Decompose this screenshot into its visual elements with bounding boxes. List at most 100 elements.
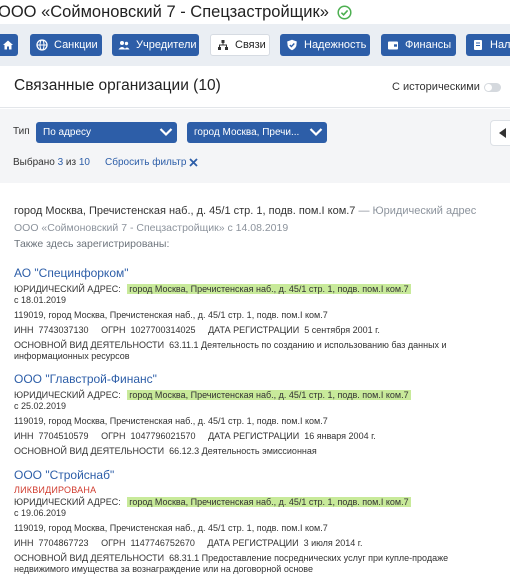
ogrn-value: 1027700314025 (130, 325, 196, 335)
activity-label: Основной вид деятельности (14, 446, 165, 456)
nav-taxes-label: Нало (490, 39, 510, 51)
since-date: с 25.02.2019 (14, 401, 67, 411)
legal-address-value: город Москва, Пречистенская наб., д. 45/… (127, 390, 411, 400)
globe-icon (36, 39, 48, 51)
inn-value: 7743037130 (38, 325, 89, 335)
type-select[interactable]: По адресу (36, 122, 177, 143)
requisites-row: ИНН 7704867723 ОГРН 1147746752670 Дата р… (14, 538, 504, 549)
nav-connections-tab[interactable]: Связи (210, 34, 270, 56)
company-title-row: ООО «Соймоновский 7 - Спецзастройщик» (0, 0, 510, 24)
nav-founders-label: Учредители (136, 39, 197, 51)
activity-value: 66.12.3 Деятельность эмиссионная (169, 446, 317, 456)
nav-sanctions-button[interactable]: Санкции (30, 34, 102, 56)
reg-date-label: Дата регистрации (207, 538, 299, 548)
nav-reliability-button[interactable]: Надежность (280, 34, 370, 56)
since-date: с 19.06.2019 (14, 508, 67, 518)
activity-label: Основной вид деятельности (14, 340, 165, 350)
registered-company: ООО «Соймоновский 7 - Спецзастройщик» с … (14, 222, 289, 234)
ogrn-label: ОГРН (101, 431, 126, 441)
reset-filter-link[interactable]: Сбросить фильтр (105, 157, 199, 168)
nav-sanctions-label: Санкции (54, 39, 98, 51)
home-icon (2, 39, 14, 51)
ogrn-value: 1147746752670 (130, 538, 195, 548)
nav-finance-button[interactable]: Финансы (381, 34, 456, 56)
ogrn-value: 1047796021570 (130, 431, 196, 441)
ogrn-label: ОГРН (101, 325, 126, 335)
ogrn-label: ОГРН (101, 538, 126, 548)
activity-label: Основной вид деятельности (14, 553, 165, 563)
activity-row: Основной вид деятельности 68.31.1 Предос… (14, 553, 494, 575)
since-date: с 18.01.2019 (14, 295, 67, 305)
full-address: 119019, город Москва, Пречистенская наб.… (14, 310, 328, 320)
shield-check-icon (286, 39, 298, 51)
company-title: ООО «Соймоновский 7 - Спецзастройщик» (0, 2, 329, 21)
org-name-link[interactable]: ООО "Стройснаб" (14, 468, 504, 482)
inn-value: 7704510579 (38, 431, 89, 441)
nav-taxes-button[interactable]: Нало (466, 34, 510, 56)
selected-count: Выбрано 3 из 10 (13, 157, 90, 168)
historical-toggle[interactable] (484, 83, 501, 92)
activity-row: Основной вид деятельности 63.11.1 Деятел… (14, 340, 494, 362)
reg-date-label: Дата регистрации (208, 431, 300, 441)
selected-prefix: Выбрано (13, 157, 55, 168)
related-orgs-header: Связанные организации (10) С исторически… (0, 66, 510, 108)
org-card: АО "Специнфорком" Юридический адрес: гор… (14, 266, 504, 362)
nav-reliability-label: Надежность (304, 39, 367, 51)
inn-label: ИНН (14, 431, 34, 441)
requisites-row: ИНН 7743037130 ОГРН 1027700314025 Дата р… (14, 325, 504, 336)
address-text: город Москва, Пречистенская наб., д. 45/… (14, 205, 356, 217)
address-block: город Москва, Пречистенская наб., д. 45/… (14, 205, 504, 250)
requisites-row: ИНН 7704510579 ОГРН 1047796021570 Дата р… (14, 431, 504, 442)
org-card: ООО "Стройснаб" ЛИКВИДИРОВАНА Юридически… (14, 468, 504, 575)
org-card: ООО "Главстрой-Финанс" Юридический адрес… (14, 372, 504, 457)
reg-date-value: 3 июля 2014 г. (303, 538, 363, 548)
nav-connections-label: Связи (235, 39, 266, 51)
reg-date-value: 16 января 2004 г. (304, 431, 376, 441)
chevron-down-icon (159, 127, 173, 137)
inn-label: ИНН (14, 325, 34, 335)
address-select-value: город Москва, Пречи... (194, 127, 300, 138)
selected-total: 10 (78, 157, 90, 168)
wallet-icon (387, 39, 399, 51)
nav-home-button[interactable] (0, 34, 18, 56)
legal-address-label: Юридический адрес: (14, 284, 121, 294)
legal-address-value: город Москва, Пречистенская наб., д. 45/… (127, 284, 411, 294)
historical-toggle-label: С историческими (392, 81, 480, 93)
inn-label: ИНН (14, 538, 34, 548)
address-select[interactable]: город Москва, Пречи... (187, 122, 327, 143)
collapse-panel-button[interactable] (490, 120, 510, 146)
legal-address-row: Юридический адрес: город Москва, Пречист… (14, 497, 504, 508)
nav-finance-label: Финансы (405, 39, 452, 51)
nav-founders-button[interactable]: Учредители (112, 34, 199, 56)
org-name-link[interactable]: АО "Специнфорком" (14, 266, 504, 280)
filters-panel: Тип По адресу город Москва, Пречи... Выб… (0, 109, 510, 183)
liquidated-badge: ЛИКВИДИРОВАНА (14, 485, 97, 495)
selected-number: 3 (57, 157, 64, 168)
full-address: 119019, город Москва, Пречистенская наб.… (14, 416, 328, 426)
arrow-left-icon (499, 128, 506, 138)
org-name-link[interactable]: ООО "Главстрой-Финанс" (14, 372, 504, 386)
verified-check-icon (337, 4, 352, 20)
legal-address-value: город Москва, Пречистенская наб., д. 45/… (127, 497, 411, 507)
reg-date-label: Дата регистрации (208, 325, 300, 335)
legal-address-label: Юридический адрес: (14, 497, 121, 507)
legal-address-row: Юридический адрес: город Москва, Пречист… (14, 284, 504, 295)
users-icon (118, 39, 130, 51)
reg-date-value: 5 сентября 2001 г. (304, 325, 380, 335)
section-nav: Санкции Учредители Связи Надежность Фина… (0, 24, 510, 66)
address-type: — Юридический адрес (355, 205, 477, 217)
chevron-down-icon (309, 127, 323, 137)
legal-address-row: Юридический адрес: город Москва, Пречист… (14, 390, 504, 401)
type-select-value: По адресу (43, 127, 92, 138)
full-address: 119019, город Москва, Пречистенская наб.… (14, 523, 328, 533)
activity-row: Основной вид деятельности 66.12.3 Деятел… (14, 446, 494, 457)
also-registered-heading: Также здесь зарегистрированы: (14, 238, 170, 250)
close-icon (189, 158, 199, 167)
network-icon (217, 39, 229, 51)
section-title: Связанные организации (10) (14, 77, 221, 94)
address-line: город Москва, Пречистенская наб., д. 45/… (14, 205, 504, 217)
tax-icon (472, 39, 484, 51)
selected-of: из (65, 157, 77, 168)
legal-address-label: Юридический адрес: (14, 390, 121, 400)
type-label: Тип (13, 126, 30, 137)
